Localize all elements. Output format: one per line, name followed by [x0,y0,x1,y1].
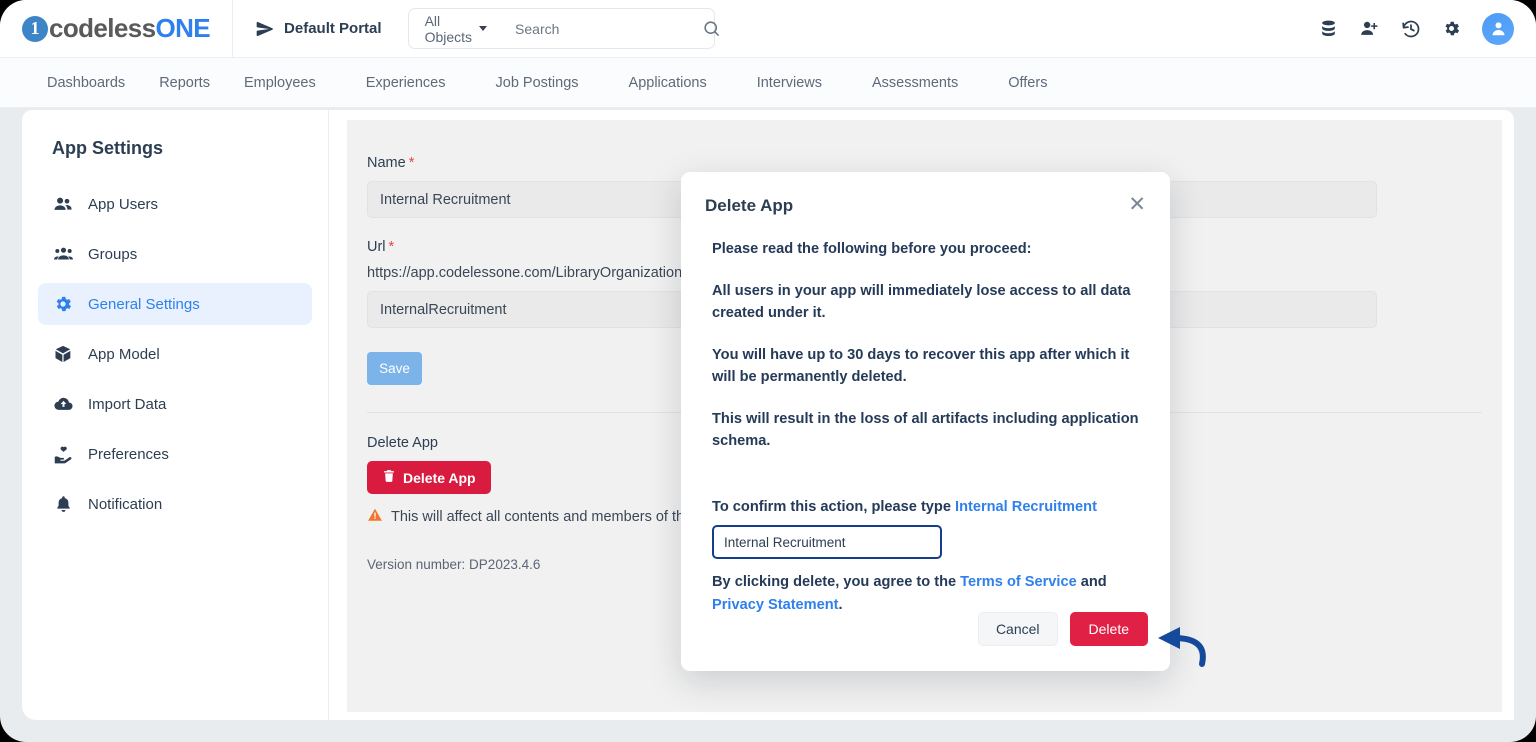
agreement-prefix: By clicking delete, you agree to the [712,574,961,590]
modal-paragraph: This will result in the loss of all arti… [712,411,1139,449]
cube-icon [52,344,74,364]
confirm-instruction: To confirm this action, please type Inte… [712,499,1140,515]
search-input[interactable] [499,20,703,37]
terms-of-service-link[interactable]: Terms of Service [960,574,1077,590]
search-icon[interactable] [702,19,735,38]
nav-item-experiences[interactable]: Experiences [349,58,479,107]
history-icon[interactable] [1401,19,1421,39]
sidebar-item-label: Groups [88,245,138,263]
confirm-app-name-input[interactable] [712,525,942,559]
modal-paragraph: All users in your app will immediately l… [712,283,1131,321]
nav-item-assessments[interactable]: Assessments [855,58,991,107]
sidebar-item-label: Preferences [88,445,169,463]
confirm-app-name: Internal Recruitment [955,499,1097,515]
topbar-divider [232,0,234,58]
agreement-suffix: . [838,597,843,613]
object-filter-label: All Objects [424,12,473,45]
warning-triangle-icon [367,507,383,527]
trash-icon [382,469,396,486]
hand-heart-icon [52,444,74,464]
nav-label: Experiences [365,74,446,91]
modal-header: Delete App ✕ [697,194,1146,216]
sidebar-item-preferences[interactable]: Preferences [38,433,312,475]
nav-item-reports[interactable]: Reports [142,58,227,107]
modal-paragraph: You will have up to 30 days to recover t… [712,347,1130,385]
add-user-icon[interactable] [1359,19,1380,38]
sidebar-item-label: General Settings [88,295,200,313]
group-icon [52,244,74,264]
gear-icon[interactable] [1442,19,1461,38]
nav-item-offers[interactable]: Offers [991,58,1080,107]
cloud-upload-icon [52,394,74,414]
sidebar-item-general-settings[interactable]: General Settings [38,283,312,325]
chevron-down-icon [479,26,488,31]
nav-label: Applications [628,74,707,91]
logo-mark-text: 1 [30,17,40,38]
portal-label: Default Portal [284,20,382,37]
delete-app-button[interactable]: Delete App [367,461,491,494]
sidebar-item-label: App Model [88,345,160,363]
nav-label: Interviews [756,74,822,91]
sidebar-title: App Settings [52,138,163,158]
topbar-actions [1319,12,1514,45]
nav-item-dashboards[interactable]: Dashboards [30,58,142,107]
sidebar-item-label: Notification [88,495,163,513]
cancel-button[interactable]: Cancel [977,612,1058,646]
delete-app-modal: Delete App ✕ Please read the following b… [681,172,1170,671]
sidebar-item-import-data[interactable]: Import Data [38,383,312,425]
required-asterisk: * [388,239,395,255]
modal-title: Delete App [705,196,794,215]
close-icon[interactable]: ✕ [1128,194,1146,215]
sidebar-item-label: App Users [88,195,159,213]
delete-warning-text: This will affect all contents and member… [391,509,727,525]
portal-selector[interactable]: Default Portal [255,19,382,39]
delete-app-button-label: Delete App [403,469,476,486]
app-logo[interactable]: 1 codelessONE [22,13,211,44]
main-navigation: Dashboards Reports Employees Experiences… [0,58,1536,108]
url-label-text: Url [367,239,386,255]
nav-item-job-postings[interactable]: Job Postings [479,58,612,107]
logo-wordmark: codelessONE [49,13,211,44]
nav-label: Job Postings [495,74,579,91]
app-window: 1 codelessONE Default Portal All Objects [0,0,1536,742]
sidebar-item-notification[interactable]: Notification [38,483,312,525]
user-avatar-icon[interactable] [1482,12,1514,45]
modal-footer: Cancel Delete [977,612,1148,646]
logo-text-one: ONE [155,13,211,43]
gear-icon [52,294,74,314]
delete-button[interactable]: Delete [1069,612,1148,646]
bell-icon [52,494,74,514]
modal-intro-text: Please read the following before you pro… [712,241,1032,257]
name-label-text: Name [367,155,406,171]
nav-label: Reports [159,74,210,91]
sidebar-item-app-users[interactable]: App Users [38,183,312,225]
nav-item-interviews[interactable]: Interviews [740,58,855,107]
agreement-middle: and [1076,574,1107,590]
logo-circle-one-icon: 1 [22,15,48,42]
top-bar: 1 codelessONE Default Portal All Objects [0,0,1536,58]
send-icon [255,19,275,39]
confirm-instruction-prefix: To confirm this action, please type [712,499,956,515]
nav-item-employees[interactable]: Employees [227,58,349,107]
required-asterisk: * [408,155,415,171]
logo-text-codeless: codeless [49,13,156,43]
nav-label: Employees [243,74,316,91]
nav-item-applications[interactable]: Applications [612,58,740,107]
sidebar-item-label: Import Data [88,395,167,413]
nav-label: Offers [1008,74,1048,91]
sidebar-item-groups[interactable]: Groups [38,233,312,275]
name-field-label: Name * [367,155,1502,171]
settings-sidebar: App Settings App Users Groups General Se… [22,110,329,720]
nav-label: Dashboards [47,74,126,91]
nav-label: Assessments [872,74,959,91]
privacy-statement-link[interactable]: Privacy Statement [712,597,839,613]
modal-body: Please read the following before you pro… [697,238,1146,617]
save-button[interactable]: Save [367,352,422,385]
database-icon[interactable] [1319,19,1338,38]
sidebar-item-app-model[interactable]: App Model [38,333,312,375]
people-icon [52,194,74,214]
object-filter-dropdown[interactable]: All Objects [409,9,499,48]
agreement-text: By clicking delete, you agree to the Ter… [712,571,1140,617]
global-search: All Objects [407,8,720,49]
